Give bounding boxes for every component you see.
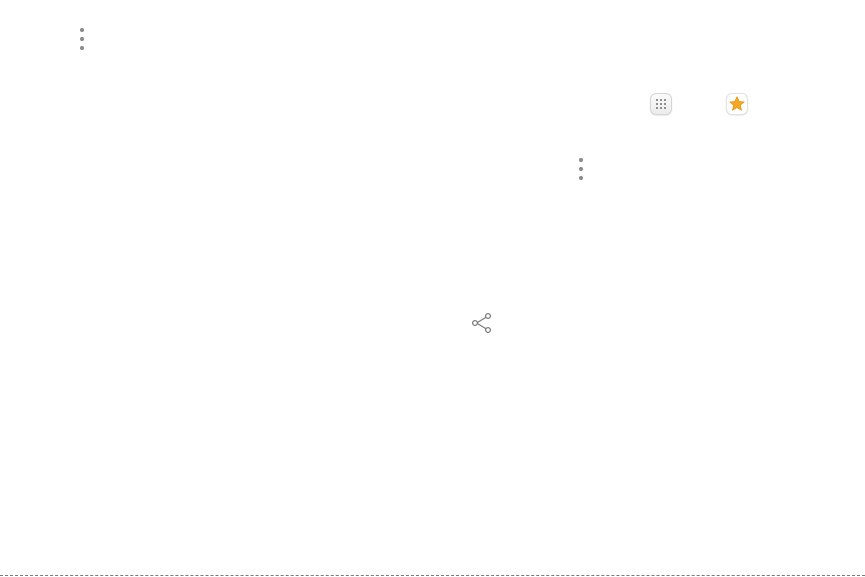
page-bottom-divider	[0, 575, 865, 576]
dot	[80, 28, 84, 32]
apps-grid-glyph	[656, 99, 666, 109]
share-icon[interactable]	[470, 311, 494, 335]
more-options-icon[interactable]	[576, 158, 586, 180]
dot	[579, 176, 583, 180]
dot	[579, 167, 583, 171]
star-glyph	[729, 96, 745, 111]
dot	[579, 158, 583, 162]
dot	[80, 46, 84, 50]
more-options-icon[interactable]	[77, 28, 87, 50]
galaxy-apps-star-icon[interactable]	[726, 93, 748, 115]
share-glyph	[471, 312, 492, 334]
dot	[80, 37, 84, 41]
apps-icon[interactable]	[650, 93, 672, 115]
